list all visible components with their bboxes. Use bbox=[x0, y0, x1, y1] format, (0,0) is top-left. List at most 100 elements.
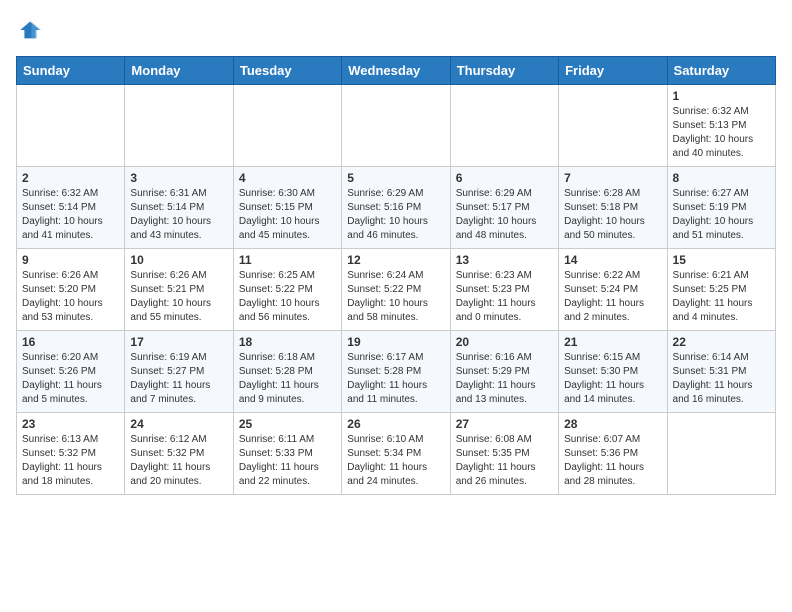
day-info: Sunrise: 6:14 AM Sunset: 5:31 PM Dayligh… bbox=[673, 351, 770, 407]
day-info: Sunrise: 6:08 AM Sunset: 5:35 PM Dayligh… bbox=[456, 433, 553, 489]
weekday-header-tuesday: Tuesday bbox=[233, 57, 341, 85]
weekday-header-wednesday: Wednesday bbox=[342, 57, 450, 85]
day-number: 7 bbox=[564, 171, 661, 185]
calendar-cell: 1 Sunrise: 6:32 AM Sunset: 5:13 PM Daylig… bbox=[667, 85, 775, 167]
day-info: Sunrise: 6:15 AM Sunset: 5:30 PM Dayligh… bbox=[564, 351, 661, 407]
calendar-cell bbox=[559, 85, 667, 167]
calendar-cell: 17 Sunrise: 6:19 AM Sunset: 5:27 PM Dayli… bbox=[125, 331, 233, 413]
day-number: 10 bbox=[130, 253, 227, 267]
calendar-cell: 14 Sunrise: 6:22 AM Sunset: 5:24 PM Dayli… bbox=[559, 249, 667, 331]
day-number: 4 bbox=[239, 171, 336, 185]
weekday-header-friday: Friday bbox=[559, 57, 667, 85]
calendar-week-row: 1 Sunrise: 6:32 AM Sunset: 5:13 PM Daylig… bbox=[17, 85, 776, 167]
day-number: 20 bbox=[456, 335, 553, 349]
calendar-cell: 19 Sunrise: 6:17 AM Sunset: 5:28 PM Dayli… bbox=[342, 331, 450, 413]
day-number: 8 bbox=[673, 171, 770, 185]
weekday-header-monday: Monday bbox=[125, 57, 233, 85]
day-number: 12 bbox=[347, 253, 444, 267]
calendar-cell: 9Sunrise: 6:26 AM Sunset: 5:20 PM Daylig… bbox=[17, 249, 125, 331]
calendar-cell: 3 Sunrise: 6:31 AM Sunset: 5:14 PM Daylig… bbox=[125, 167, 233, 249]
weekday-header-thursday: Thursday bbox=[450, 57, 558, 85]
calendar-cell: 11 Sunrise: 6:25 AM Sunset: 5:22 PM Dayli… bbox=[233, 249, 341, 331]
day-number: 23 bbox=[22, 417, 119, 431]
calendar-cell bbox=[667, 413, 775, 495]
calendar-week-row: 2Sunrise: 6:32 AM Sunset: 5:14 PM Daylig… bbox=[17, 167, 776, 249]
day-info: Sunrise: 6:10 AM Sunset: 5:34 PM Dayligh… bbox=[347, 433, 444, 489]
calendar-cell: 7Sunrise: 6:28 AM Sunset: 5:18 PM Daylig… bbox=[559, 167, 667, 249]
day-info: Sunrise: 6:12 AM Sunset: 5:32 PM Dayligh… bbox=[130, 433, 227, 489]
day-number: 1 bbox=[673, 89, 770, 103]
day-number: 28 bbox=[564, 417, 661, 431]
day-number: 22 bbox=[673, 335, 770, 349]
day-number: 16 bbox=[22, 335, 119, 349]
calendar-cell: 21 Sunrise: 6:15 AM Sunset: 5:30 PM Dayli… bbox=[559, 331, 667, 413]
day-info: Sunrise: 6:25 AM Sunset: 5:22 PM Dayligh… bbox=[239, 269, 336, 325]
day-number: 11 bbox=[239, 253, 336, 267]
day-number: 14 bbox=[564, 253, 661, 267]
weekday-header-sunday: Sunday bbox=[17, 57, 125, 85]
day-info: Sunrise: 6:26 AM Sunset: 5:20 PM Dayligh… bbox=[22, 269, 119, 325]
day-number: 24 bbox=[130, 417, 227, 431]
calendar-cell: 18 Sunrise: 6:18 AM Sunset: 5:28 PM Dayli… bbox=[233, 331, 341, 413]
day-number: 5 bbox=[347, 171, 444, 185]
day-info: Sunrise: 6:29 AM Sunset: 5:17 PM Dayligh… bbox=[456, 187, 553, 243]
calendar-cell: 6 Sunrise: 6:29 AM Sunset: 5:17 PM Daylig… bbox=[450, 167, 558, 249]
calendar-cell: 2Sunrise: 6:32 AM Sunset: 5:14 PM Daylig… bbox=[17, 167, 125, 249]
calendar-cell: 5Sunrise: 6:29 AM Sunset: 5:16 PM Daylig… bbox=[342, 167, 450, 249]
calendar-cell bbox=[17, 85, 125, 167]
calendar-table: SundayMondayTuesdayWednesdayThursdayFrid… bbox=[16, 56, 776, 495]
calendar-cell bbox=[450, 85, 558, 167]
calendar-cell: 4 Sunrise: 6:30 AM Sunset: 5:15 PM Daylig… bbox=[233, 167, 341, 249]
calendar-week-row: 16 Sunrise: 6:20 AM Sunset: 5:26 PM Dayli… bbox=[17, 331, 776, 413]
day-number: 2 bbox=[22, 171, 119, 185]
day-info: Sunrise: 6:17 AM Sunset: 5:28 PM Dayligh… bbox=[347, 351, 444, 407]
day-info: Sunrise: 6:26 AM Sunset: 5:21 PM Dayligh… bbox=[130, 269, 227, 325]
calendar-cell: 25 Sunrise: 6:11 AM Sunset: 5:33 PM Dayli… bbox=[233, 413, 341, 495]
day-info: Sunrise: 6:31 AM Sunset: 5:14 PM Dayligh… bbox=[130, 187, 227, 243]
day-number: 3 bbox=[130, 171, 227, 185]
logo-icon bbox=[16, 16, 44, 44]
day-number: 17 bbox=[130, 335, 227, 349]
day-info: Sunrise: 6:22 AM Sunset: 5:24 PM Dayligh… bbox=[564, 269, 661, 325]
calendar-cell: 27 Sunrise: 6:08 AM Sunset: 5:35 PM Dayli… bbox=[450, 413, 558, 495]
day-info: Sunrise: 6:07 AM Sunset: 5:36 PM Dayligh… bbox=[564, 433, 661, 489]
calendar-cell: 20 Sunrise: 6:16 AM Sunset: 5:29 PM Dayli… bbox=[450, 331, 558, 413]
calendar-cell: 23 Sunrise: 6:13 AM Sunset: 5:32 PM Dayli… bbox=[17, 413, 125, 495]
calendar-cell: 10 Sunrise: 6:26 AM Sunset: 5:21 PM Dayli… bbox=[125, 249, 233, 331]
day-info: Sunrise: 6:30 AM Sunset: 5:15 PM Dayligh… bbox=[239, 187, 336, 243]
calendar-week-row: 23 Sunrise: 6:13 AM Sunset: 5:32 PM Dayli… bbox=[17, 413, 776, 495]
day-number: 25 bbox=[239, 417, 336, 431]
weekday-header-row: SundayMondayTuesdayWednesdayThursdayFrid… bbox=[17, 57, 776, 85]
calendar-cell bbox=[342, 85, 450, 167]
calendar-cell: 26 Sunrise: 6:10 AM Sunset: 5:34 PM Dayli… bbox=[342, 413, 450, 495]
day-number: 27 bbox=[456, 417, 553, 431]
calendar-cell bbox=[233, 85, 341, 167]
calendar-cell: 8Sunrise: 6:27 AM Sunset: 5:19 PM Daylig… bbox=[667, 167, 775, 249]
day-info: Sunrise: 6:18 AM Sunset: 5:28 PM Dayligh… bbox=[239, 351, 336, 407]
day-number: 26 bbox=[347, 417, 444, 431]
calendar-cell: 22 Sunrise: 6:14 AM Sunset: 5:31 PM Dayli… bbox=[667, 331, 775, 413]
day-number: 6 bbox=[456, 171, 553, 185]
day-info: Sunrise: 6:24 AM Sunset: 5:22 PM Dayligh… bbox=[347, 269, 444, 325]
weekday-header-saturday: Saturday bbox=[667, 57, 775, 85]
calendar-cell: 13 Sunrise: 6:23 AM Sunset: 5:23 PM Dayli… bbox=[450, 249, 558, 331]
day-info: Sunrise: 6:11 AM Sunset: 5:33 PM Dayligh… bbox=[239, 433, 336, 489]
calendar-cell: 16 Sunrise: 6:20 AM Sunset: 5:26 PM Dayli… bbox=[17, 331, 125, 413]
day-info: Sunrise: 6:13 AM Sunset: 5:32 PM Dayligh… bbox=[22, 433, 119, 489]
calendar-cell: 15Sunrise: 6:21 AM Sunset: 5:25 PM Dayli… bbox=[667, 249, 775, 331]
day-info: Sunrise: 6:16 AM Sunset: 5:29 PM Dayligh… bbox=[456, 351, 553, 407]
day-info: Sunrise: 6:21 AM Sunset: 5:25 PM Dayligh… bbox=[673, 269, 770, 325]
day-info: Sunrise: 6:23 AM Sunset: 5:23 PM Dayligh… bbox=[456, 269, 553, 325]
day-number: 13 bbox=[456, 253, 553, 267]
page-header bbox=[16, 16, 776, 44]
day-info: Sunrise: 6:19 AM Sunset: 5:27 PM Dayligh… bbox=[130, 351, 227, 407]
day-info: Sunrise: 6:32 AM Sunset: 5:13 PM Dayligh… bbox=[673, 105, 770, 161]
day-number: 19 bbox=[347, 335, 444, 349]
calendar-cell: 24 Sunrise: 6:12 AM Sunset: 5:32 PM Dayli… bbox=[125, 413, 233, 495]
logo bbox=[16, 16, 48, 44]
day-info: Sunrise: 6:20 AM Sunset: 5:26 PM Dayligh… bbox=[22, 351, 119, 407]
calendar-cell bbox=[125, 85, 233, 167]
day-number: 21 bbox=[564, 335, 661, 349]
day-number: 18 bbox=[239, 335, 336, 349]
calendar-cell: 28 Sunrise: 6:07 AM Sunset: 5:36 PM Dayli… bbox=[559, 413, 667, 495]
